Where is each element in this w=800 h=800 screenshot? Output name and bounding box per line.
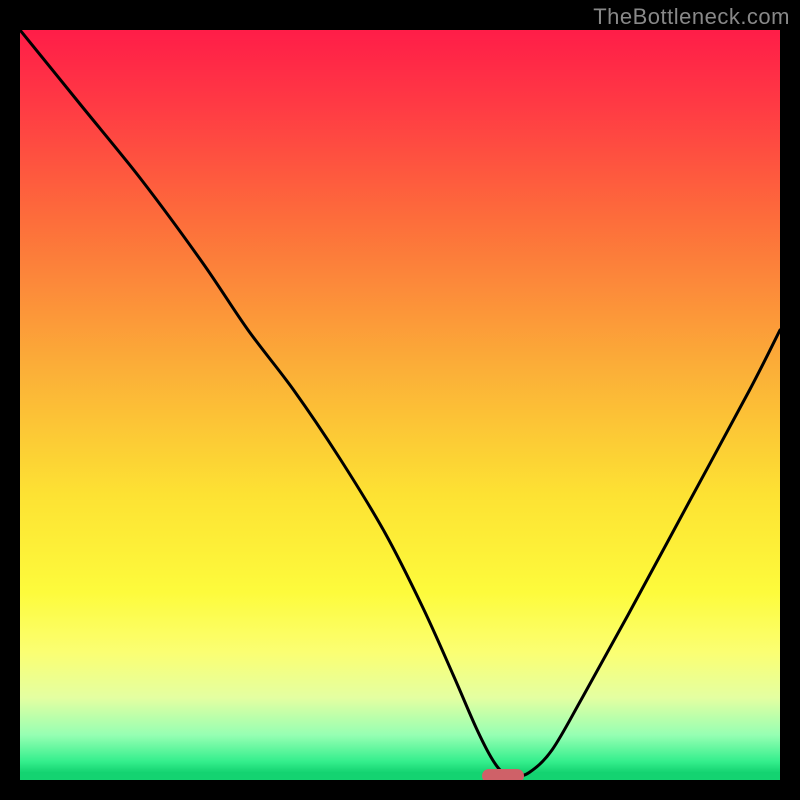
bottleneck-curve	[20, 30, 780, 776]
watermark-text: TheBottleneck.com	[593, 4, 790, 30]
optimal-marker	[482, 769, 524, 781]
chart-frame: TheBottleneck.com	[0, 0, 800, 800]
curve-svg	[20, 30, 780, 780]
plot-area	[20, 30, 780, 780]
